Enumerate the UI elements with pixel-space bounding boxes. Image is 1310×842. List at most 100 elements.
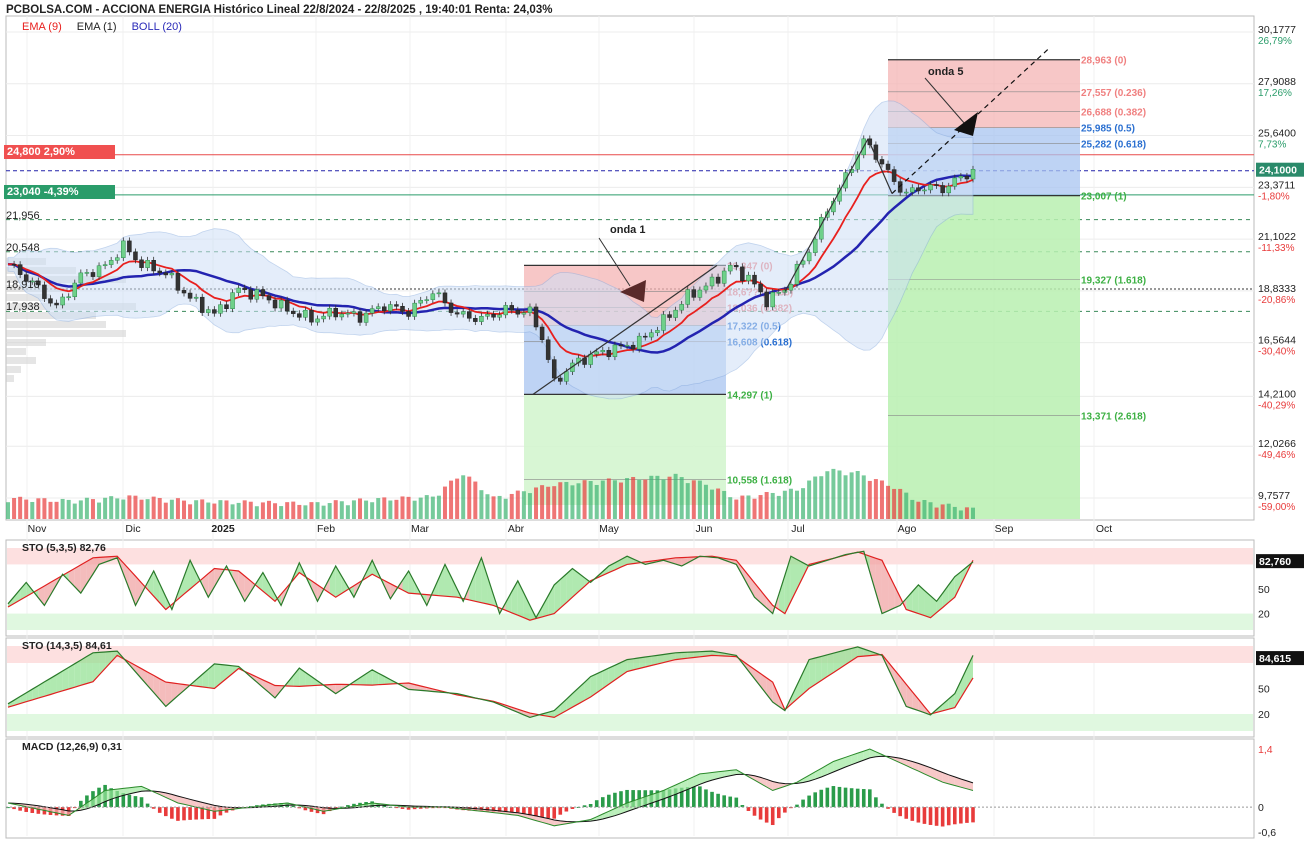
volume-bar-18	[115, 498, 120, 519]
volume-bar-110	[673, 473, 678, 519]
price-label-17938: 17,938	[6, 301, 40, 313]
volume-bar-40	[248, 501, 253, 519]
volume-bar-139	[849, 472, 854, 519]
candle-body-39	[242, 287, 247, 290]
volume-bar-90	[552, 486, 557, 519]
macd-histogram-138	[843, 787, 848, 808]
sto2-fill	[92, 652, 100, 682]
x-axis-label-5: Abr	[508, 523, 525, 535]
right-axis-pct: -30,40%	[1258, 347, 1295, 358]
candle-body-31	[193, 296, 199, 299]
volume-bar-106	[649, 475, 654, 519]
fib5-level-label: 13,371 (2.618)	[1081, 412, 1146, 423]
fib1-level-label: 10,558 (1.618)	[727, 476, 792, 487]
volume-bar-145	[886, 485, 891, 519]
candle-body-153	[934, 184, 939, 186]
macd-histogram-146	[892, 807, 896, 813]
macd-histogram-143	[874, 797, 878, 808]
candle-body-37	[230, 292, 235, 309]
volume-profile-bar	[6, 321, 106, 328]
sto2-fill	[809, 658, 816, 689]
candle-body-145	[885, 163, 891, 170]
volume-bar-4	[30, 501, 35, 519]
macd-histogram-30	[188, 807, 192, 820]
sto1-fill	[523, 593, 530, 621]
candle-body-117	[715, 276, 721, 284]
macd-histogram-27	[170, 807, 174, 819]
macd-histogram-117	[716, 793, 720, 808]
macd-histogram-2	[18, 807, 22, 811]
volume-bar-108	[661, 479, 666, 519]
volume-bar-147	[898, 488, 903, 519]
candle-body-23	[145, 260, 150, 268]
volume-profile-bar	[6, 357, 36, 364]
candle-body-56	[345, 312, 351, 315]
x-axis-label-4: Mar	[411, 523, 430, 535]
candle-body-132	[806, 252, 812, 262]
volume-bar-122	[746, 495, 751, 519]
candle-body-26	[163, 272, 169, 276]
volume-profile-bar	[6, 330, 126, 337]
macd-histogram-115	[704, 789, 708, 808]
macd-histogram-125	[764, 807, 769, 823]
macd-histogram-84	[516, 807, 520, 813]
candle-body-67	[412, 302, 417, 317]
macd-histogram-127	[776, 807, 781, 819]
volume-bar-58	[358, 498, 363, 519]
sto2-fill	[74, 660, 81, 688]
candle-body-149	[910, 187, 915, 193]
volume-bar-34	[212, 503, 217, 519]
volume-bar-81	[497, 495, 502, 519]
macd-histogram-92	[564, 807, 569, 812]
right-axis-pct: -11,33%	[1258, 243, 1295, 254]
x-axis-label-1: Dic	[125, 523, 140, 535]
volume-bar-92	[564, 481, 569, 519]
volume-bar-123	[752, 498, 757, 519]
volume-bar-59	[364, 500, 369, 519]
volume-bar-61	[376, 498, 381, 519]
bollinger-band	[7, 100, 974, 400]
macd-histogram-133	[813, 792, 818, 808]
sto1-fill	[153, 570, 160, 603]
candle-body-63	[388, 304, 393, 312]
x-axis-label-2: 2025	[211, 523, 235, 535]
candle-body-102	[624, 344, 630, 347]
candle-body-50	[309, 309, 314, 323]
candle-body-84	[515, 309, 521, 315]
candle-body-159	[970, 169, 976, 180]
volume-bar-153	[934, 507, 939, 519]
volume-bar-152	[928, 502, 933, 519]
volume-bar-55	[339, 501, 344, 519]
x-axis-label-7: Jun	[696, 523, 713, 535]
right-axis-pct: -49,46%	[1258, 450, 1295, 461]
macd-histogram-20	[127, 794, 132, 808]
macd-histogram-119	[728, 796, 733, 808]
sto1-fill	[402, 570, 409, 594]
legend-ema9: EMA (9)	[22, 21, 62, 33]
macd-histogram-31	[194, 807, 198, 820]
candle-body-17	[108, 260, 114, 265]
volume-bar-24	[151, 496, 156, 519]
right-axis-pct: -40,29%	[1258, 400, 1295, 411]
volume-bar-39	[242, 500, 247, 519]
candle-body-114	[697, 289, 703, 298]
volume-bar-138	[843, 475, 848, 519]
candle-body-27	[169, 273, 175, 276]
volume-bar-60	[370, 502, 375, 519]
macd-histogram-155	[946, 807, 951, 826]
sto2-label: STO (14,3,5) 84,61	[22, 640, 112, 652]
macd-histogram-21	[133, 796, 138, 808]
volume-bar-12	[78, 500, 83, 519]
sto1-fill	[469, 572, 476, 602]
candle-body-144	[879, 159, 885, 165]
right-axis-price: 12,0266	[1258, 438, 1296, 450]
candle-body-158	[964, 176, 970, 180]
macd-line	[7, 748, 974, 827]
macd-histogram-134	[819, 789, 824, 808]
volume-bar-127	[776, 495, 781, 519]
volume-bar-89	[546, 486, 551, 519]
macd-histogram-153	[934, 807, 939, 826]
candle-body-73	[448, 302, 454, 313]
candle-body-97	[594, 351, 599, 355]
candle-body-116	[709, 276, 715, 287]
